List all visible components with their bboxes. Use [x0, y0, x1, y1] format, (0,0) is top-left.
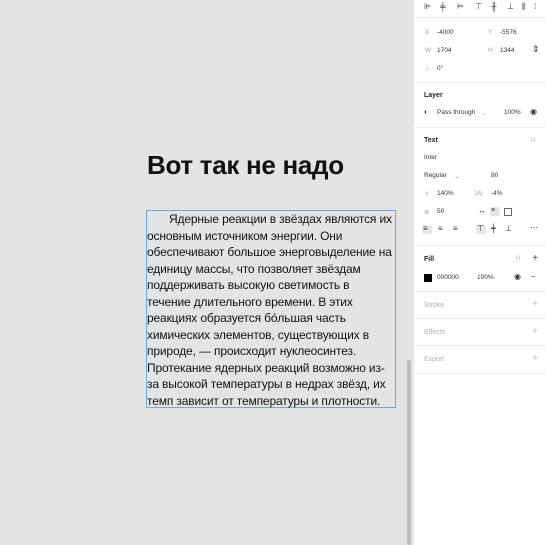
alignment-section: ⊫ ╪ ⊨ ⊤ ╫ ⊥ ⫼ ⁞	[414, 0, 545, 18]
align-top-icon[interactable]: ⊤	[475, 3, 482, 11]
constrain-proportions-icon[interactable]: ⇕	[532, 45, 540, 54]
align-left-icon[interactable]: ⊫	[424, 3, 431, 11]
fill-hex-input[interactable]: 000000	[437, 274, 459, 281]
font-style-select[interactable]: Regular	[424, 172, 447, 179]
add-effect-icon[interactable]: +	[532, 326, 538, 337]
x-input[interactable]: -4000	[437, 29, 454, 36]
w-label: W	[425, 47, 432, 54]
align-bottom-icon[interactable]: ⊥	[507, 3, 514, 11]
layer-opacity-input[interactable]: 100%	[504, 109, 521, 116]
paragraph-spacing-icon: ≣	[424, 209, 430, 216]
y-label: Y	[488, 29, 493, 36]
paragraph-spacing-input[interactable]: 50	[437, 208, 444, 215]
text-align-right-icon[interactable]: ≡	[453, 225, 458, 233]
rotation-icon: ∟	[425, 65, 432, 72]
eye-icon[interactable]: ◉	[514, 273, 521, 281]
more-options-icon[interactable]: ⋯	[530, 224, 538, 232]
rotation-input[interactable]: 0°	[437, 65, 443, 72]
properties-panel: ⊫ ╪ ⊨ ⊤ ╫ ⊥ ⫼ ⁞ X -4000 Y -5576 W 1704 H…	[413, 0, 545, 545]
text-styles-icon[interactable]: ⁙	[530, 137, 536, 144]
fill-color-swatch[interactable]	[424, 274, 432, 282]
line-height-input[interactable]: 140%	[437, 190, 454, 197]
stroke-title: Stroke	[424, 302, 445, 309]
height-input[interactable]: 1344	[500, 47, 514, 54]
align-middle-v-icon[interactable]: ╫	[491, 3, 497, 11]
canvas-scrollbar[interactable]	[407, 360, 411, 545]
letter-spacing-input[interactable]: -4%	[491, 190, 503, 197]
chevron-down-icon[interactable]: ⌄	[481, 109, 486, 117]
stroke-section: Stroke +	[414, 292, 545, 319]
distribute-icon[interactable]: ⫼	[522, 3, 526, 11]
text-valign-middle-icon[interactable]: ┿	[491, 225, 496, 233]
y-input[interactable]: -5576	[500, 29, 517, 36]
text-align-center-icon[interactable]: ≡	[438, 225, 443, 233]
align-right-icon[interactable]: ⊨	[457, 3, 464, 11]
effects-section: Effects +	[414, 319, 545, 346]
auto-height-icon: ≡	[491, 207, 496, 214]
text-align-left-icon: ≡	[423, 224, 428, 233]
font-size-input[interactable]: 80	[491, 172, 498, 179]
eye-icon[interactable]: ◉	[530, 108, 537, 116]
layer-section: Layer ◐ Pass through ⌄ 100% ◉	[414, 83, 545, 128]
export-section: Export +	[414, 346, 545, 374]
add-stroke-icon[interactable]: +	[532, 299, 538, 310]
text-valign-top-icon: ⊤	[477, 224, 484, 233]
fill-opacity-input[interactable]: 100%	[477, 274, 494, 281]
h-label: H	[488, 47, 493, 54]
x-label: X	[425, 29, 430, 36]
position-section: X -4000 Y -5576 W 1704 H 1344 ⇕ ∟ 0°	[414, 18, 545, 83]
layer-title: Layer	[424, 92, 443, 99]
heading-text[interactable]: Вот так не надо	[147, 150, 344, 181]
align-center-h-icon[interactable]: ╪	[440, 3, 446, 11]
blend-mode-select[interactable]: Pass through	[437, 109, 475, 116]
add-fill-icon[interactable]: +	[532, 253, 538, 264]
canvas[interactable]: Вот так не надо Ядерные реакции в звёзда…	[0, 0, 411, 545]
fixed-size-icon[interactable]	[504, 208, 512, 216]
letter-spacing-icon: |A|	[475, 190, 483, 197]
text-title: Text	[424, 137, 438, 144]
text-section: Text ⁙ Inter Regular ⌄ 80 ⇳ 140% |A| -4%…	[414, 128, 545, 246]
blend-mode-icon: ◐	[424, 109, 429, 116]
remove-fill-icon[interactable]: −	[531, 273, 536, 281]
font-family-select[interactable]: Inter	[424, 154, 437, 161]
effects-title: Effects	[424, 329, 446, 336]
more-align-icon[interactable]: ⁞	[534, 3, 536, 11]
text-valign-bottom-icon[interactable]: ⊥	[505, 225, 512, 233]
export-title: Export	[424, 356, 445, 363]
fill-title: Fill	[424, 256, 435, 263]
auto-width-icon[interactable]: ↔	[478, 207, 486, 215]
add-export-icon[interactable]: +	[532, 353, 538, 364]
line-height-icon: ⇳	[424, 191, 430, 198]
width-input[interactable]: 1704	[437, 47, 451, 54]
chevron-down-icon[interactable]: ⌄	[454, 172, 459, 180]
paragraph-text[interactable]: Ядерные реакции в звёздах являются их ос…	[147, 211, 395, 409]
fill-styles-icon[interactable]: ⁙	[515, 255, 521, 262]
fill-section: Fill ⁙ + 000000 100% ◉ −	[414, 246, 545, 292]
